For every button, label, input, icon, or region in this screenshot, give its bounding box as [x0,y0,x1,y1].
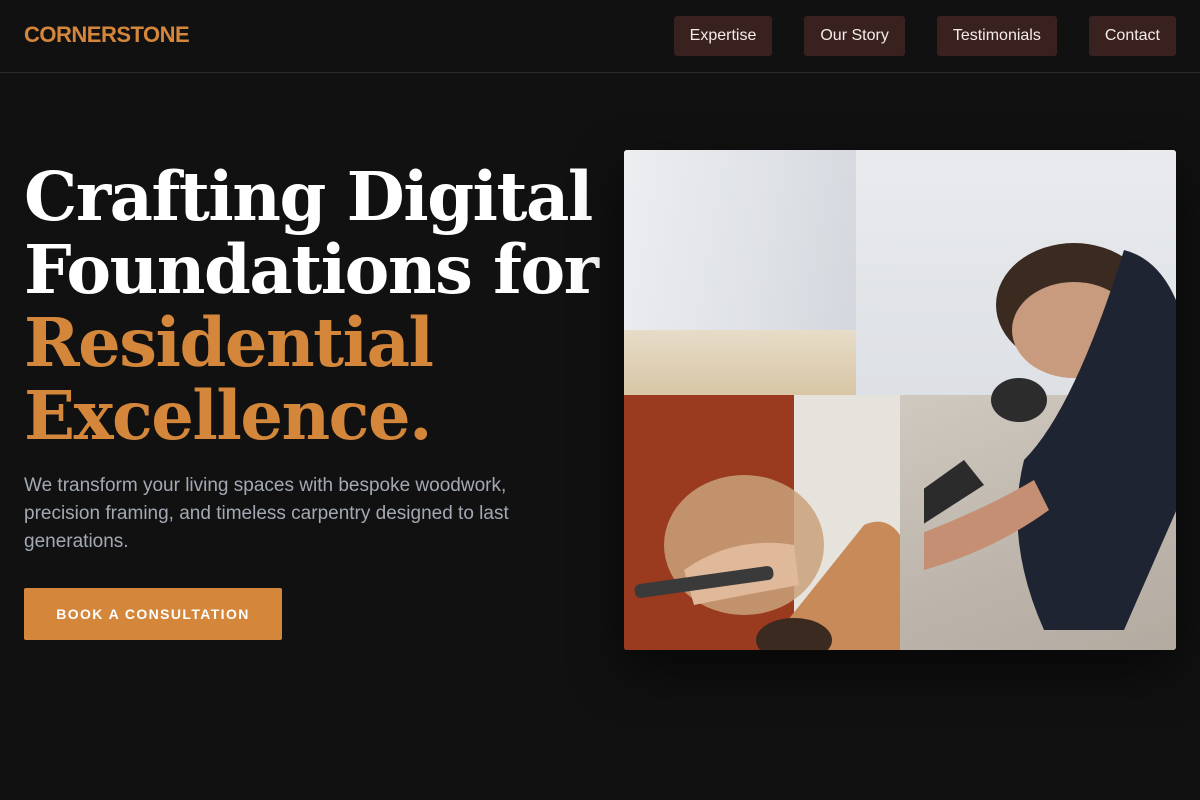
headline-line: Foundations for [24,230,599,309]
nav-contact[interactable]: Contact [1088,16,1176,56]
hero-subtext: We transform your living spaces with bes… [24,475,509,552]
headline-line: Crafting Digital [24,157,593,236]
headline-accent-line: Residential [24,303,434,382]
site-header: CORNERSTONE Expertise Our Story Testimon… [0,0,1200,73]
book-consultation-button[interactable]: BOOK A CONSULTATION [24,588,282,640]
carpenter-photo [924,243,1176,630]
headline-accent-line: Excellence. [24,376,432,455]
wood-turning-illustration [624,395,900,650]
photo-floor [624,330,856,395]
wood-turning-photo [624,395,900,650]
hero-headline: Crafting Digital Foundations for Residen… [24,160,604,452]
brand-logo[interactable]: CORNERSTONE [24,22,190,48]
main-nav: Expertise Our Story Testimonials Contact [673,16,1176,56]
nav-testimonials[interactable]: Testimonials [936,16,1057,56]
hero-image-collage [624,150,1176,650]
nav-our-story[interactable]: Our Story [804,16,905,56]
nav-expertise[interactable]: Expertise [673,16,773,56]
